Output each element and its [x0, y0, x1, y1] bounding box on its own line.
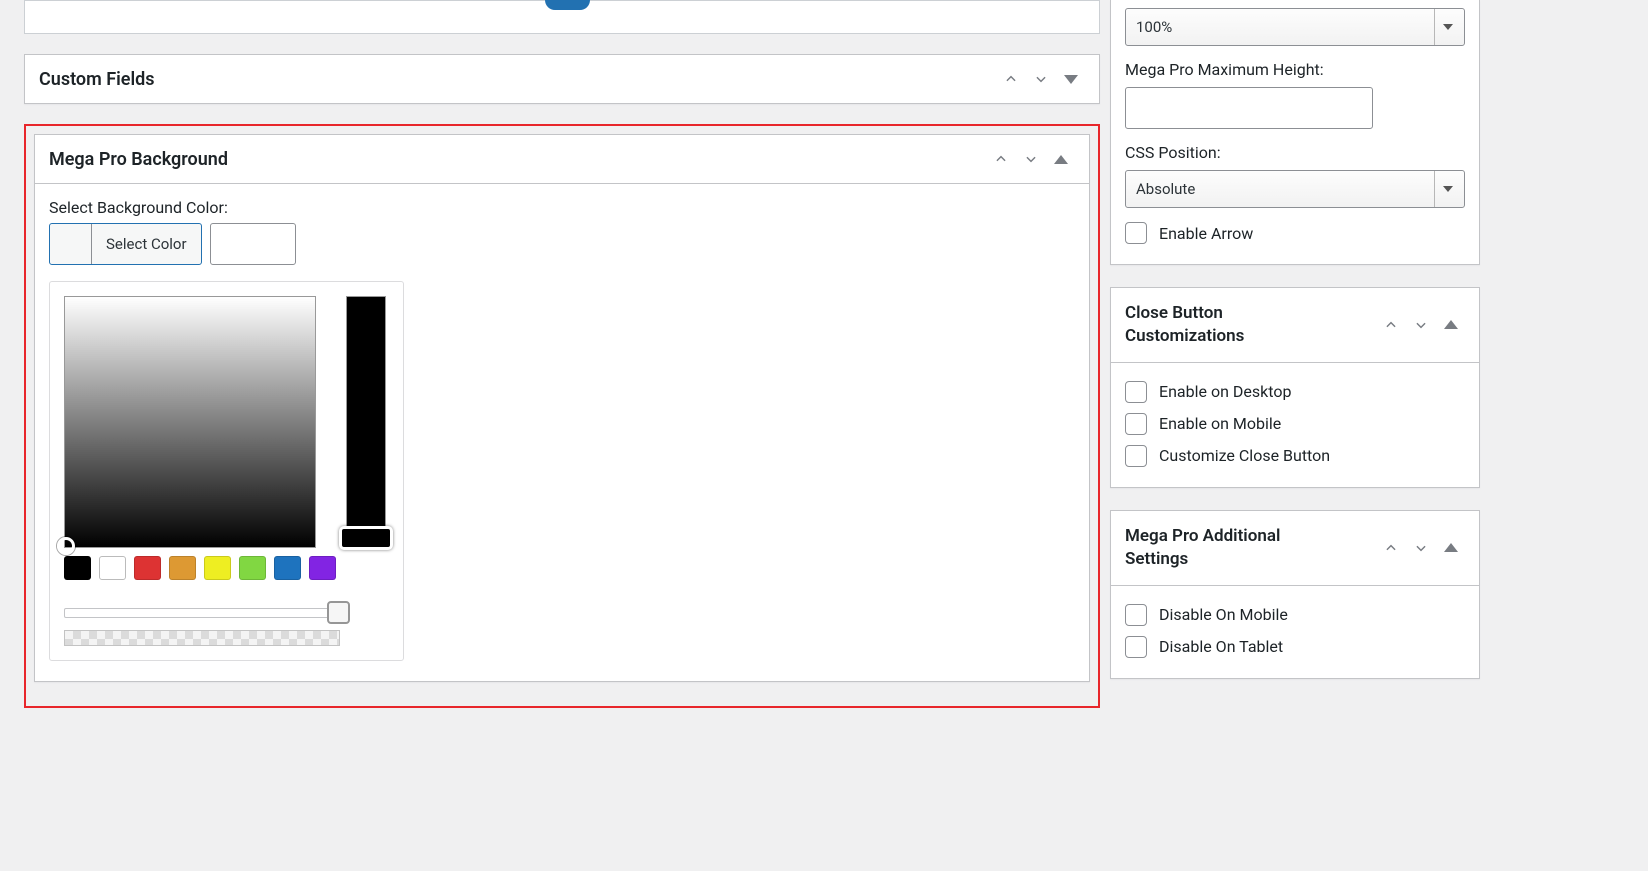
hue-slider[interactable] — [346, 296, 386, 548]
current-color-swatch — [50, 224, 92, 264]
select-color-button[interactable]: Select Color — [49, 223, 202, 265]
panel-header-close-button[interactable]: Close Button Customizations — [1111, 288, 1479, 363]
panel-title-custom-fields: Custom Fields — [39, 69, 155, 90]
panel-actions-custom-fields — [997, 65, 1085, 93]
panel-body-mega-bg: Select Background Color: Select Color — [35, 184, 1089, 681]
hue-thumb[interactable] — [339, 526, 393, 550]
panel-custom-fields: Custom Fields — [24, 54, 1100, 104]
disable-mobile-checkbox[interactable]: Disable On Mobile — [1125, 604, 1465, 626]
move-down-icon[interactable] — [1017, 145, 1045, 173]
select-bg-color-label: Select Background Color: — [49, 198, 1075, 217]
collapse-toggle-icon[interactable] — [1437, 311, 1465, 339]
customize-close-button-checkbox[interactable]: Customize Close Button — [1125, 445, 1465, 467]
alpha-checker — [64, 630, 340, 646]
preset-swatches — [64, 556, 387, 580]
color-picker — [49, 281, 404, 661]
move-up-icon[interactable] — [997, 65, 1025, 93]
move-up-icon[interactable] — [987, 145, 1015, 173]
preset-swatch[interactable] — [64, 556, 91, 580]
move-down-icon[interactable] — [1407, 311, 1435, 339]
collapse-toggle-icon[interactable] — [1047, 145, 1075, 173]
saturation-value-panel[interactable] — [64, 296, 316, 548]
move-up-icon[interactable] — [1377, 534, 1405, 562]
checkbox-icon — [1125, 636, 1147, 658]
select-color-button-label: Select Color — [92, 235, 201, 253]
collapse-toggle-icon[interactable] — [1057, 65, 1085, 93]
disable-tablet-label: Disable On Tablet — [1159, 637, 1283, 656]
enable-mobile-label: Enable on Mobile — [1159, 414, 1281, 433]
checkbox-icon — [1125, 604, 1147, 626]
panel-actions-mega-bg — [987, 145, 1075, 173]
panel-header-additional[interactable]: Mega Pro Additional Settings — [1111, 511, 1479, 586]
width-select-value: 100% — [1136, 18, 1172, 36]
dropdown-arrow-icon — [1434, 9, 1460, 45]
editor-top-strip — [24, 0, 1100, 34]
max-height-label: Mega Pro Maximum Height: — [1125, 60, 1465, 79]
editor-accent-dot — [545, 0, 590, 10]
move-up-icon[interactable] — [1377, 311, 1405, 339]
panel-close-button-customizations: Close Button Customizations Enable on De… — [1110, 287, 1480, 488]
enable-arrow-checkbox[interactable]: Enable Arrow — [1125, 222, 1465, 244]
panel-title-mega-bg: Mega Pro Background — [49, 149, 228, 170]
width-select[interactable]: 100% — [1125, 8, 1465, 46]
highlighted-region: Mega Pro Background Select Background Co… — [24, 124, 1100, 708]
move-down-icon[interactable] — [1407, 534, 1435, 562]
css-position-label: CSS Position: — [1125, 143, 1465, 162]
alpha-track — [64, 608, 340, 618]
preset-swatch[interactable] — [274, 556, 301, 580]
disable-tablet-checkbox[interactable]: Disable On Tablet — [1125, 636, 1465, 658]
enable-desktop-label: Enable on Desktop — [1159, 382, 1291, 401]
preset-swatch[interactable] — [239, 556, 266, 580]
checkbox-icon — [1125, 381, 1147, 403]
enable-desktop-checkbox[interactable]: Enable on Desktop — [1125, 381, 1465, 403]
collapse-toggle-icon[interactable] — [1437, 534, 1465, 562]
preset-swatch[interactable] — [204, 556, 231, 580]
preset-swatch[interactable] — [169, 556, 196, 580]
sv-cursor[interactable] — [57, 537, 75, 555]
disable-mobile-label: Disable On Mobile — [1159, 605, 1288, 624]
enable-mobile-checkbox[interactable]: Enable on Mobile — [1125, 413, 1465, 435]
css-position-select[interactable]: Absolute — [1125, 170, 1465, 208]
color-hex-input[interactable] — [210, 223, 296, 265]
preset-swatch[interactable] — [99, 556, 126, 580]
preset-swatch[interactable] — [134, 556, 161, 580]
panel-header-custom-fields[interactable]: Custom Fields — [25, 55, 1099, 103]
dropdown-arrow-icon — [1434, 171, 1460, 207]
checkbox-icon — [1125, 413, 1147, 435]
enable-arrow-label: Enable Arrow — [1159, 224, 1253, 243]
panel-title-close-button: Close Button Customizations — [1125, 302, 1325, 348]
checkbox-icon — [1125, 222, 1147, 244]
max-height-input[interactable] — [1125, 87, 1373, 129]
checkbox-icon — [1125, 445, 1147, 467]
customize-close-button-label: Customize Close Button — [1159, 446, 1330, 465]
preset-swatch[interactable] — [309, 556, 336, 580]
panel-mega-pro-background: Mega Pro Background Select Background Co… — [34, 134, 1090, 682]
move-down-icon[interactable] — [1027, 65, 1055, 93]
panel-mega-pro-additional-settings: Mega Pro Additional Settings Disable On … — [1110, 510, 1480, 679]
css-position-value: Absolute — [1136, 180, 1195, 198]
alpha-thumb[interactable] — [327, 601, 350, 624]
panel-mega-pro-dimensions: 100% Mega Pro Maximum Height: CSS Positi… — [1110, 0, 1480, 265]
alpha-slider[interactable] — [64, 608, 340, 646]
panel-header-mega-bg[interactable]: Mega Pro Background — [35, 135, 1089, 184]
panel-title-additional: Mega Pro Additional Settings — [1125, 525, 1325, 571]
